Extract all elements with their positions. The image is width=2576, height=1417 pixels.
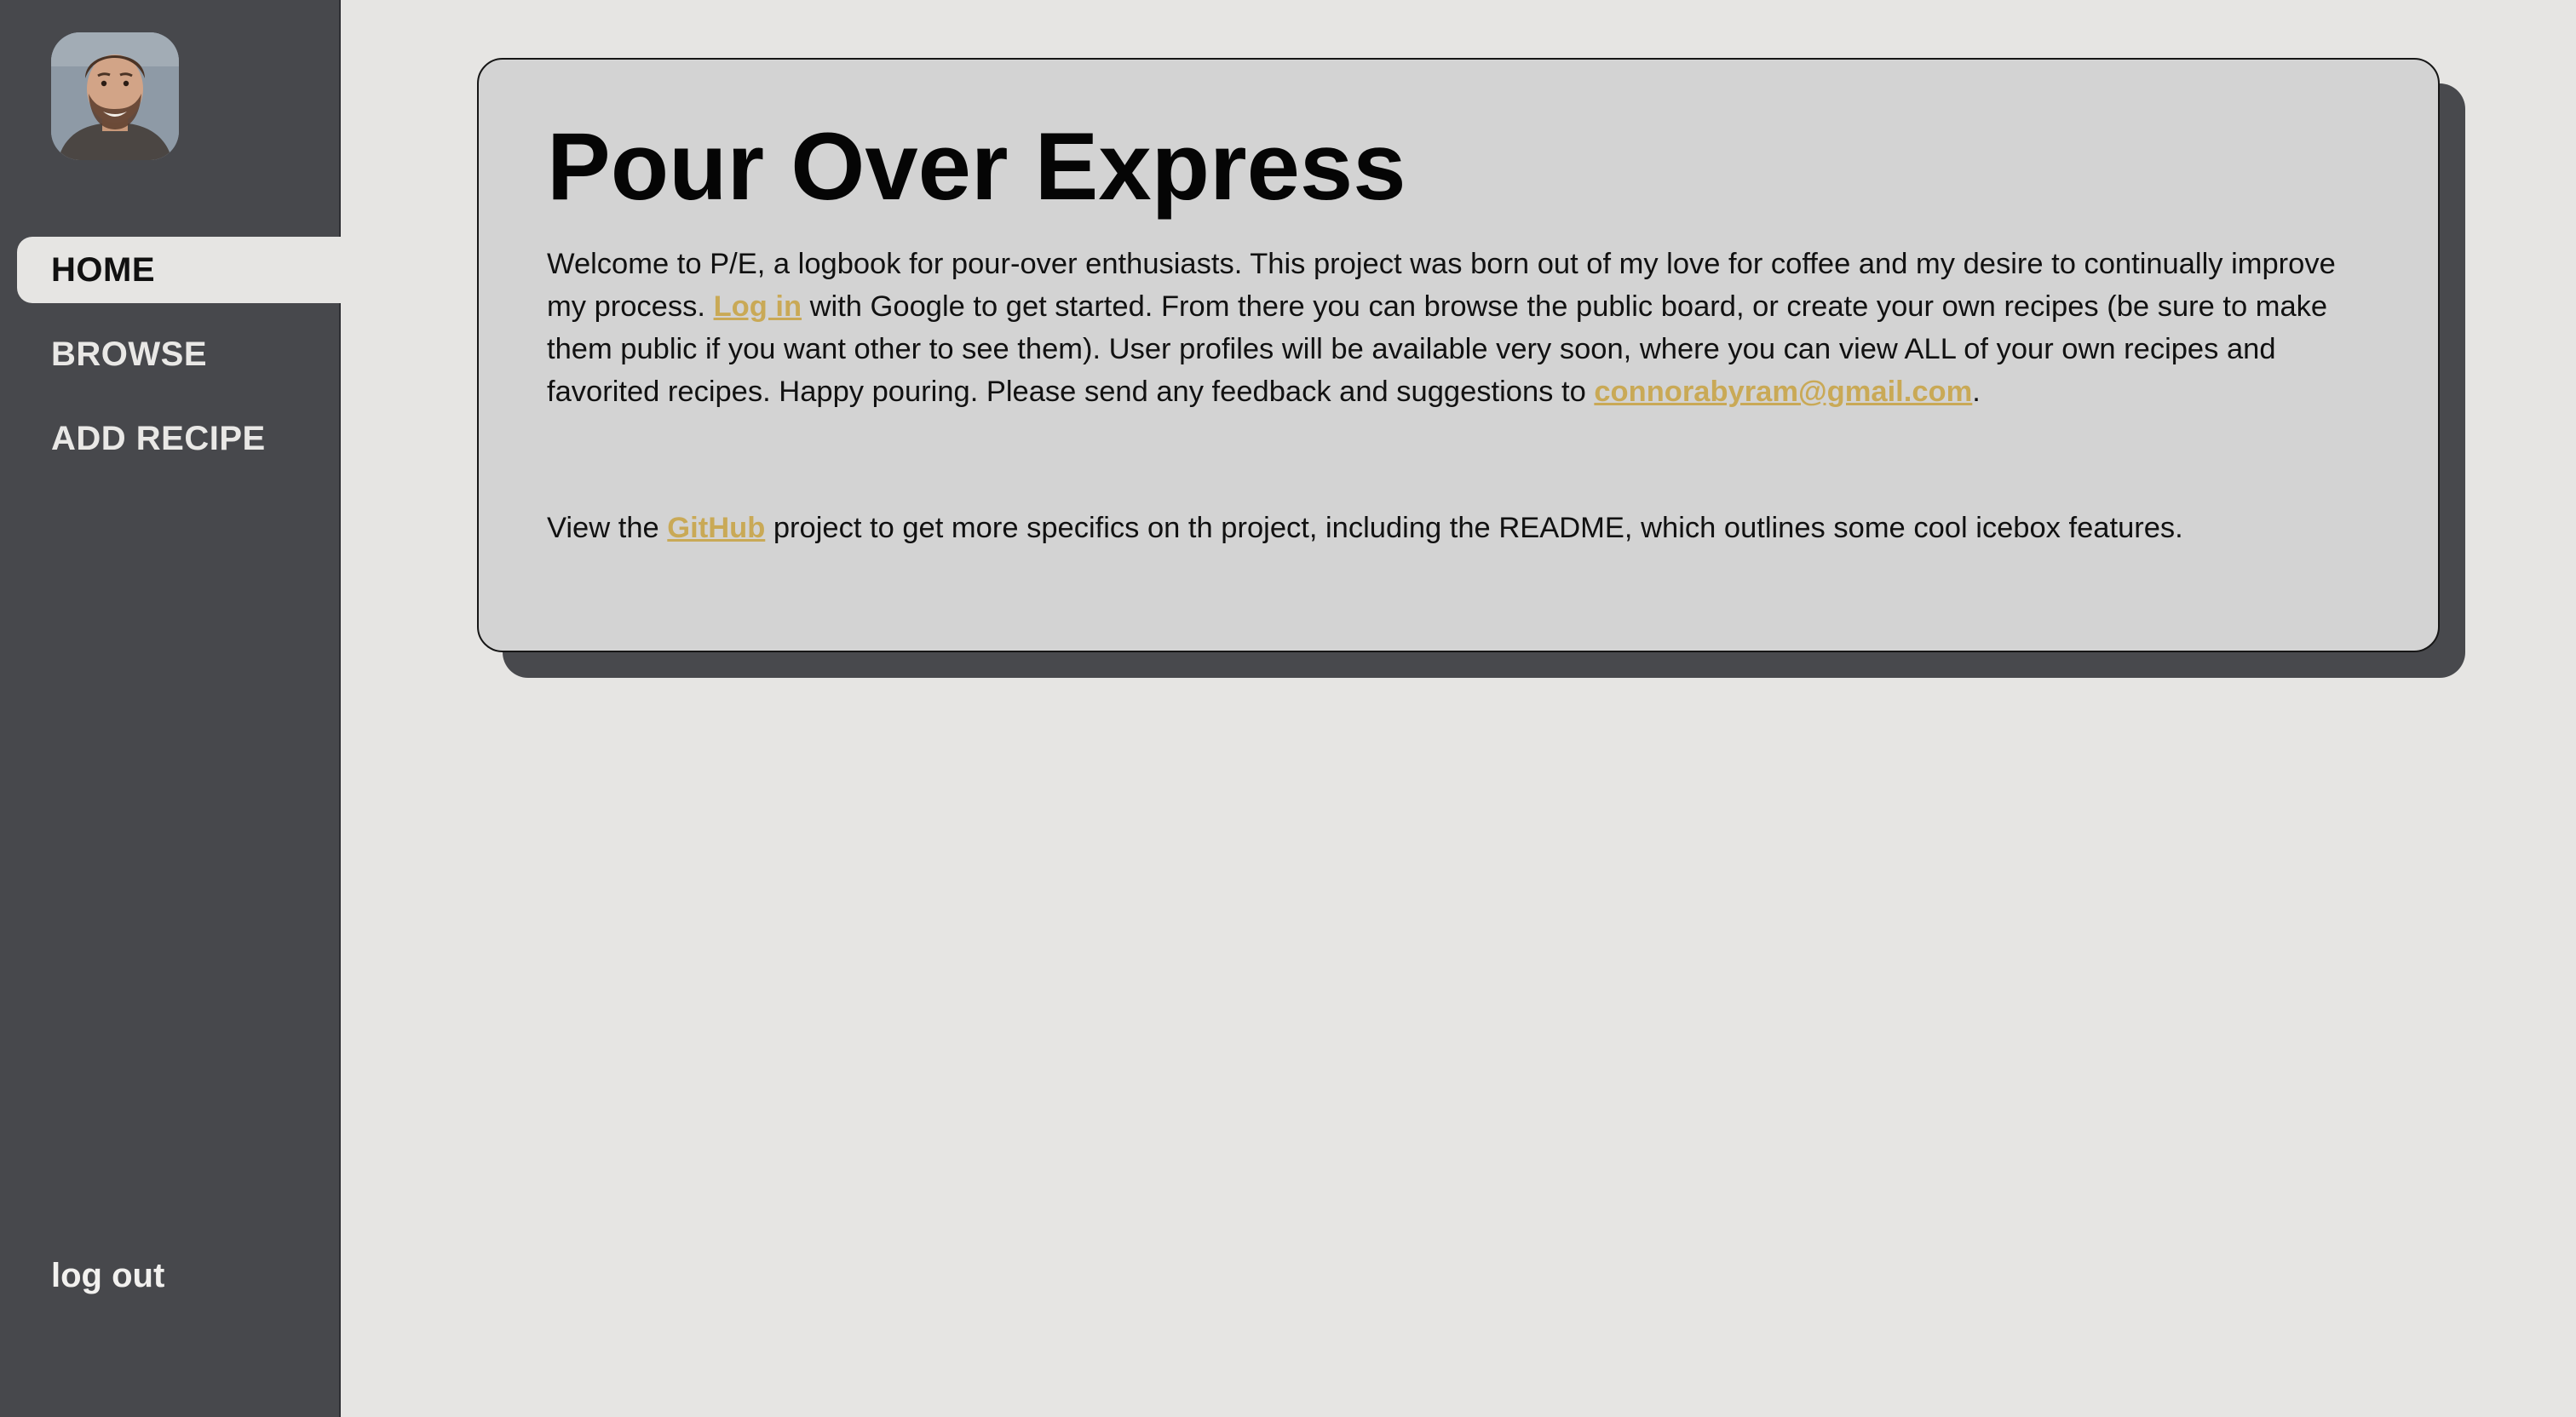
email-link[interactable]: connorabyram@gmail.com	[1594, 376, 1972, 408]
github-paragraph: View the GitHub project to get more spec…	[547, 507, 2370, 549]
sidebar: HOME BROWSE ADD RECIPE log out	[0, 0, 341, 1417]
welcome-card: Pour Over Express Welcome to P/E, a logb…	[477, 58, 2440, 652]
login-link[interactable]: Log in	[714, 290, 802, 323]
nav-item-home[interactable]: HOME	[17, 237, 341, 303]
avatar[interactable]	[51, 32, 179, 160]
github-text-end: project to get more specifics on th proj…	[773, 512, 2183, 545]
nav-item-browse[interactable]: BROWSE	[17, 321, 341, 387]
github-text-start: View the	[547, 512, 659, 545]
nav-item-add-recipe[interactable]: ADD RECIPE	[17, 405, 341, 472]
intro-paragraph: Welcome to P/E, a logbook for pour-over …	[547, 243, 2370, 413]
intro-text-middle: with Google to get started. From there y…	[547, 290, 2328, 409]
avatar-photo	[51, 32, 179, 160]
page-title: Pour Over Express	[547, 113, 1406, 220]
github-link[interactable]: GitHub	[667, 512, 765, 544]
intro-text-end: .	[1972, 376, 1981, 409]
logout-link[interactable]: log out	[51, 1257, 164, 1295]
